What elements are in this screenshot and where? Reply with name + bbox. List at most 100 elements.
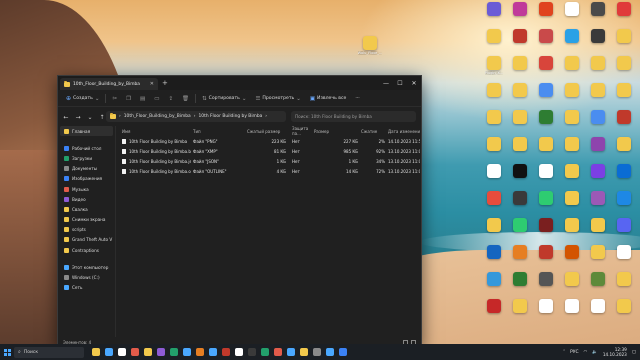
- desktop-icon[interactable]: [533, 164, 559, 190]
- taskbar-app-icon[interactable]: [248, 348, 256, 356]
- desktop-icon[interactable]: [481, 245, 507, 271]
- desktop-icon[interactable]: [507, 2, 533, 28]
- more-options-button[interactable]: ···: [352, 93, 362, 105]
- file-row[interactable]: 10th Floor Building by Bimba.json Файл "J…: [120, 156, 420, 166]
- file-row[interactable]: 10th Floor Building by Bimba.outlineФайл…: [120, 167, 420, 177]
- desktop-icon[interactable]: [611, 218, 637, 244]
- desktop-icon[interactable]: [611, 110, 637, 136]
- tab-explorer[interactable]: 10th_Floor_Building_by_Bimba ✕: [60, 78, 158, 90]
- desktop-icon[interactable]: [559, 299, 585, 325]
- desktop-icon[interactable]: [481, 137, 507, 163]
- desktop-icon[interactable]: [507, 137, 533, 163]
- sidebar-item[interactable]: Этот компьютер: [58, 262, 115, 272]
- desktop-icon[interactable]: [585, 245, 611, 271]
- taskbar-app-icon[interactable]: [131, 348, 139, 356]
- desktop-icon[interactable]: [481, 110, 507, 136]
- column-header-type[interactable]: Тип: [191, 129, 247, 134]
- taskbar-app-icon[interactable]: [105, 348, 113, 356]
- desktop-icon[interactable]: [585, 110, 611, 136]
- taskbar-app-icon[interactable]: [157, 348, 165, 356]
- desktop-icon[interactable]: [559, 218, 585, 244]
- taskbar-app-icon[interactable]: [92, 348, 100, 356]
- desktop-icon[interactable]: [559, 83, 585, 109]
- desktop-icon[interactable]: [507, 299, 533, 325]
- desktop-icon[interactable]: [559, 272, 585, 298]
- desktop-icon[interactable]: [585, 29, 611, 55]
- address-bar[interactable]: › 10th_Floor_Building_by_Bimba › 10th Fl…: [106, 111, 286, 122]
- file-row[interactable]: 10th Floor Building by Bimba Файл "PNG" 22…: [120, 136, 420, 146]
- sidebar-item[interactable]: Документы: [58, 164, 115, 174]
- desktop-icon[interactable]: [559, 56, 585, 82]
- maximize-button[interactable]: ☐: [393, 76, 407, 90]
- desktop-icon[interactable]: [481, 83, 507, 109]
- breadcrumb-item[interactable]: 10th Floor Building by Bimba: [199, 114, 263, 119]
- desktop-icon[interactable]: [585, 56, 611, 82]
- sidebar-item[interactable]: Загрузки: [58, 153, 115, 163]
- desktop-icon[interactable]: [507, 245, 533, 271]
- desktop-icon[interactable]: [507, 272, 533, 298]
- desktop-icon[interactable]: [481, 2, 507, 28]
- desktop-icon[interactable]: [533, 29, 559, 55]
- desktop-icon[interactable]: [533, 272, 559, 298]
- taskbar-app-icon[interactable]: [183, 348, 191, 356]
- desktop-icon[interactable]: [507, 29, 533, 55]
- desktop-icon[interactable]: [585, 191, 611, 217]
- cut-button[interactable]: ✂: [109, 93, 120, 105]
- taskbar-app-icon[interactable]: [170, 348, 178, 356]
- desktop-icon[interactable]: [507, 83, 533, 109]
- desktop-icon[interactable]: [481, 164, 507, 190]
- minimize-button[interactable]: —: [379, 76, 393, 90]
- sidebar-item[interactable]: Музыка: [58, 184, 115, 194]
- sidebar-item[interactable]: Windows (C:): [58, 272, 115, 282]
- desktop-icon[interactable]: [611, 272, 637, 298]
- desktop-icon[interactable]: [507, 191, 533, 217]
- column-header-compressed-size[interactable]: Сжатый размер: [247, 129, 289, 134]
- sidebar-item[interactable]: Grand Theft Auto V: [58, 235, 115, 245]
- title-bar[interactable]: 10th_Floor_Building_by_Bimba ✕ + — ☐ ✕: [58, 76, 421, 90]
- clock[interactable]: 12:39 14.10.2023: [603, 347, 627, 358]
- search-input[interactable]: Поиск: 10th Floor Building by Bimba: [291, 111, 416, 122]
- desktop-icon[interactable]: [585, 164, 611, 190]
- up-arrow-icon[interactable]: ↑: [98, 114, 106, 121]
- column-header-password[interactable]: Защита па...: [289, 126, 314, 136]
- column-header-ratio[interactable]: Сжатие: [361, 129, 388, 134]
- desktop-icon[interactable]: [559, 137, 585, 163]
- share-button[interactable]: ⇪: [165, 93, 176, 105]
- sidebar-item[interactable]: Рабочий стол: [58, 143, 115, 153]
- create-button[interactable]: ⊕ Создать ⌄: [63, 93, 102, 105]
- taskbar-app-icon[interactable]: [274, 348, 282, 356]
- desktop-icon[interactable]: [507, 218, 533, 244]
- taskbar-search[interactable]: ⌕ Поиск: [14, 346, 84, 358]
- desktop-icon[interactable]: [559, 164, 585, 190]
- desktop-icon[interactable]: [611, 299, 637, 325]
- desktop-icon[interactable]: [533, 110, 559, 136]
- desktop-icon[interactable]: [481, 218, 507, 244]
- desktop-icon[interactable]: [533, 56, 559, 82]
- desktop-icon[interactable]: [585, 272, 611, 298]
- desktop-icon[interactable]: [585, 218, 611, 244]
- taskbar-app-icon[interactable]: [196, 348, 204, 356]
- taskbar-app-icon[interactable]: [209, 348, 217, 356]
- sidebar-item[interactable]: scripts: [58, 225, 115, 235]
- volume-icon[interactable]: 🔈: [592, 350, 597, 355]
- desktop-icon[interactable]: [585, 2, 611, 28]
- taskbar-app-icon[interactable]: [326, 348, 334, 356]
- taskbar-app-icon[interactable]: [144, 348, 152, 356]
- close-button[interactable]: ✕: [407, 76, 421, 90]
- sidebar-item[interactable]: Снимки экрана: [58, 215, 115, 225]
- taskbar-app-icon[interactable]: [235, 348, 243, 356]
- tray-chevron-icon[interactable]: ˄: [563, 350, 565, 355]
- sidebar-item[interactable]: Изображения: [58, 174, 115, 184]
- wifi-icon[interactable]: ◠: [584, 350, 588, 355]
- desktop-icon[interactable]: [611, 191, 637, 217]
- desktop-icon[interactable]: [533, 137, 559, 163]
- desktop-icon[interactable]: [611, 56, 637, 82]
- new-tab-button[interactable]: +: [162, 79, 168, 87]
- sidebar-item[interactable]: Contraptions: [58, 245, 115, 255]
- copy-button[interactable]: ❐: [123, 93, 134, 105]
- desktop-icon[interactable]: [533, 245, 559, 271]
- back-arrow-icon[interactable]: ←: [62, 114, 70, 121]
- sidebar-item[interactable]: Свалка: [58, 204, 115, 214]
- desktop-icon[interactable]: [507, 56, 533, 82]
- desktop-icon[interactable]: [481, 191, 507, 217]
